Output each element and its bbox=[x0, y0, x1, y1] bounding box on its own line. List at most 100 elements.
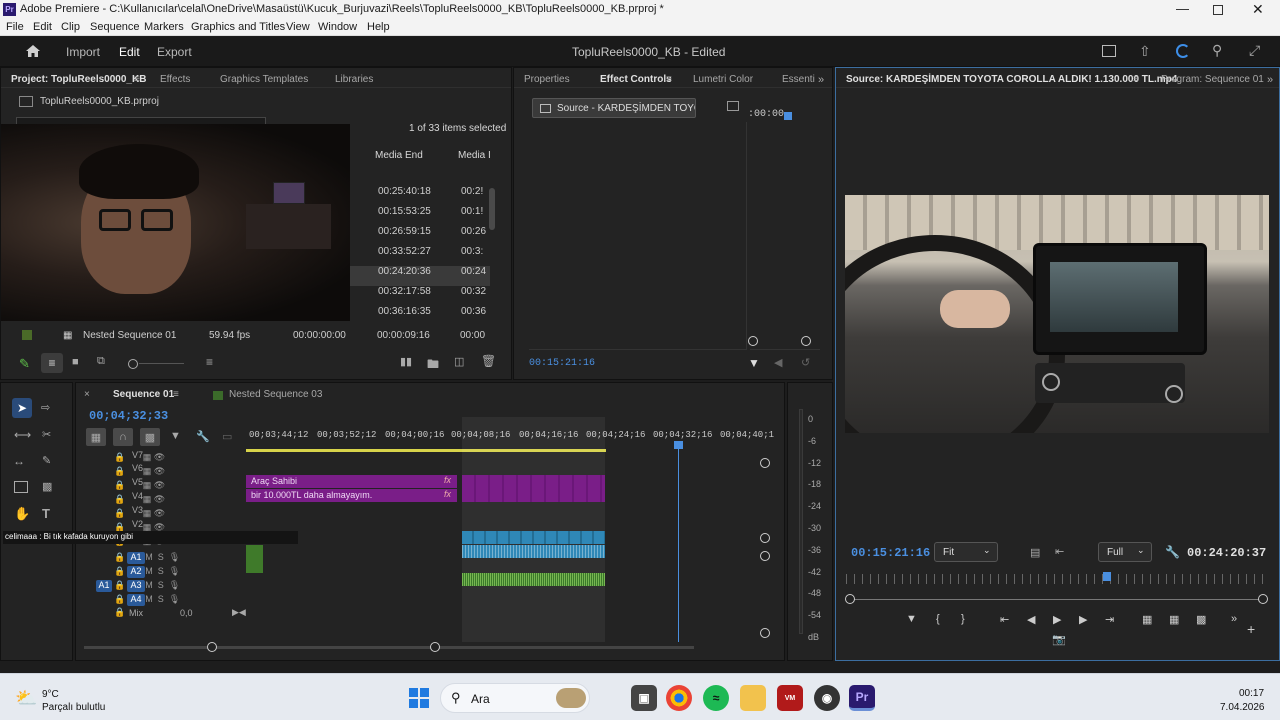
menu-clip[interactable]: Clip bbox=[61, 21, 80, 33]
vscroll-handle[interactable] bbox=[760, 551, 770, 561]
tab-graphics-templates[interactable]: Graphics Templates bbox=[220, 74, 308, 85]
close-icon[interactable]: × bbox=[84, 389, 90, 400]
weather-icon[interactable]: ⛅ bbox=[15, 688, 37, 709]
zoom-handle-left[interactable] bbox=[845, 594, 855, 604]
add-marker-icon[interactable]: ▼ bbox=[906, 613, 917, 625]
vscroll-handle[interactable] bbox=[760, 628, 770, 638]
captions-icon[interactable]: ▭ bbox=[222, 430, 232, 443]
tab-lumetri-color[interactable]: Lumetri Color bbox=[693, 74, 753, 85]
minimize-icon[interactable]: — bbox=[1176, 1, 1189, 16]
camera-icon[interactable]: 📷 bbox=[1052, 633, 1066, 646]
clip-v4-title[interactable]: bir 10.000TL daha almayayım. fx bbox=[246, 489, 457, 502]
fit-dropdown[interactable]: Fit ⌄ bbox=[934, 542, 998, 562]
fullscreen-icon[interactable]: ⤢ bbox=[1249, 42, 1260, 59]
playhead[interactable] bbox=[674, 441, 683, 449]
audio-track-controls[interactable]: 🔒 M S 🎙 🔒 M S 🎙 🔒 M S 🎙 🔒 M S 🎙 bbox=[114, 550, 224, 610]
source-video-frame[interactable] bbox=[845, 195, 1269, 433]
list-item[interactable]: 00:25:40:18 00:2! bbox=[378, 186, 498, 206]
menu-window[interactable]: Window bbox=[318, 21, 357, 33]
mark-in-icon[interactable]: { bbox=[936, 613, 940, 625]
clip-a3-audio[interactable] bbox=[462, 573, 605, 586]
playhead-line[interactable] bbox=[678, 447, 679, 642]
hand-icon[interactable]: ✋ bbox=[14, 506, 30, 522]
mix-end-icon[interactable]: ▶◀ bbox=[232, 607, 246, 618]
search-icon[interactable]: ⚲ bbox=[1212, 42, 1222, 59]
spotify-icon[interactable]: ≈ bbox=[703, 685, 729, 711]
scroll-handle-left[interactable] bbox=[748, 336, 758, 346]
mix-value[interactable]: 0,0 bbox=[180, 608, 193, 618]
resolution-dropdown[interactable]: Full ⌄ bbox=[1098, 542, 1152, 562]
add-button-icon[interactable]: + bbox=[1247, 621, 1255, 637]
clip-v1-video[interactable] bbox=[462, 531, 605, 544]
hscroll-handle-left[interactable] bbox=[207, 642, 217, 652]
timeline-timecode[interactable]: 00;04;32;33 bbox=[89, 409, 168, 423]
clip-a1-audio[interactable] bbox=[462, 545, 605, 558]
tab-nested-sequence-03[interactable]: Nested Sequence 03 bbox=[229, 389, 322, 400]
pen-icon[interactable]: ✎ bbox=[42, 454, 51, 467]
nested-sequence-row[interactable]: ▦ Nested Sequence 01 59.94 fps 00:00:00:… bbox=[19, 329, 499, 345]
linked-selection-icon[interactable]: ▩ bbox=[140, 428, 160, 446]
weather-desc[interactable]: Parçalı bulutlu bbox=[42, 702, 105, 713]
time-ruler[interactable] bbox=[846, 574, 1268, 584]
remix-icon[interactable]: ▩ bbox=[42, 480, 52, 493]
wrench-icon[interactable]: 🔧 bbox=[196, 430, 210, 443]
chrome-icon[interactable] bbox=[666, 685, 692, 711]
windows-start-icon[interactable] bbox=[406, 685, 432, 711]
tab-source[interactable]: Source: KARDEŞİMDEN TOYOTA COROLLA ALDIK… bbox=[846, 74, 1177, 85]
mini-playhead[interactable] bbox=[784, 112, 792, 120]
list-item[interactable]: 00:36:16:35 00:36 bbox=[378, 306, 498, 326]
workspace-tab-edit[interactable]: Edit bbox=[119, 45, 140, 59]
menu-graphics-titles[interactable]: Graphics and Titles bbox=[191, 21, 285, 33]
play-icon[interactable]: ▶ bbox=[1053, 613, 1061, 626]
more-controls-icon[interactable]: » bbox=[1231, 613, 1237, 625]
menu-view[interactable]: View bbox=[286, 21, 310, 33]
col-media-duration[interactable]: Media I bbox=[458, 150, 491, 161]
snap-icon[interactable]: ∩ bbox=[113, 428, 133, 446]
toggle-timeline-icon[interactable] bbox=[727, 101, 739, 111]
workspace-tab-import[interactable]: Import bbox=[66, 45, 100, 59]
menu-sequence[interactable]: Sequence bbox=[90, 21, 140, 33]
maximize-icon[interactable] bbox=[1213, 5, 1223, 15]
next-edit-icon[interactable]: ⇤ bbox=[1055, 545, 1064, 558]
source-patch-a1[interactable]: A1 bbox=[96, 580, 112, 592]
source-playhead[interactable] bbox=[1103, 572, 1111, 581]
list-view-icon[interactable]: ≡ bbox=[41, 353, 63, 373]
track-select-icon[interactable]: ⇨ bbox=[41, 401, 50, 414]
menu-edit[interactable]: Edit bbox=[33, 21, 52, 33]
close-icon[interactable]: ✕ bbox=[1252, 1, 1264, 18]
menu-help[interactable]: Help bbox=[367, 21, 390, 33]
new-item-icon[interactable]: ◫ bbox=[454, 355, 464, 368]
timeline-hscroll[interactable] bbox=[84, 646, 694, 649]
obs-icon[interactable]: ◉ bbox=[814, 685, 840, 711]
more-tabs-icon[interactable]: » bbox=[818, 74, 824, 86]
go-to-out-icon[interactable]: ⇥ bbox=[1105, 613, 1114, 626]
tab-properties[interactable]: Properties bbox=[524, 74, 570, 85]
razor-icon[interactable]: ✂ bbox=[42, 428, 51, 441]
taskbar-search-input[interactable]: ⚲ Ara bbox=[440, 683, 590, 713]
pencil-icon[interactable]: ✎ bbox=[19, 356, 30, 372]
mark-out-icon[interactable]: } bbox=[961, 613, 965, 625]
tab-effects[interactable]: Effects bbox=[160, 74, 190, 85]
rectangle-tool-icon[interactable] bbox=[14, 481, 28, 493]
overwrite-icon[interactable]: ▦ bbox=[1169, 613, 1179, 626]
col-media-end[interactable]: Media End bbox=[375, 150, 423, 161]
voicemeeter-icon[interactable]: VM bbox=[777, 685, 803, 711]
list-item[interactable]: 00:33:52:27 00:3: bbox=[378, 246, 498, 266]
source-playhead-timecode[interactable]: 00:15:21:16 bbox=[851, 546, 930, 560]
workspace-panel-icon[interactable] bbox=[1102, 45, 1116, 57]
ripple-edit-icon[interactable]: ⟷ bbox=[14, 428, 31, 442]
home-icon[interactable] bbox=[25, 44, 41, 61]
step-back-icon[interactable]: ◀ bbox=[1027, 613, 1035, 626]
clip-a1-a2-small[interactable] bbox=[246, 545, 263, 573]
more-tabs-icon[interactable]: » bbox=[1267, 74, 1273, 86]
list-item[interactable]: 00:32:17:58 00:32 bbox=[378, 286, 498, 306]
weather-temp[interactable]: 9°C bbox=[42, 689, 59, 700]
source-dropdown[interactable]: Source - KARDEŞİMDEN TOYO... bbox=[532, 98, 696, 118]
tab-libraries[interactable]: Libraries bbox=[335, 74, 373, 85]
menu-file[interactable]: File bbox=[6, 21, 24, 33]
clip-v5-title[interactable]: Araç Sahibi fx bbox=[246, 475, 457, 488]
vscroll-handle[interactable] bbox=[760, 458, 770, 468]
tab-sequence-01[interactable]: Sequence 01 bbox=[113, 389, 174, 400]
panel-menu-icon[interactable]: ≡ bbox=[173, 389, 179, 400]
menu-markers[interactable]: Markers bbox=[144, 21, 184, 33]
